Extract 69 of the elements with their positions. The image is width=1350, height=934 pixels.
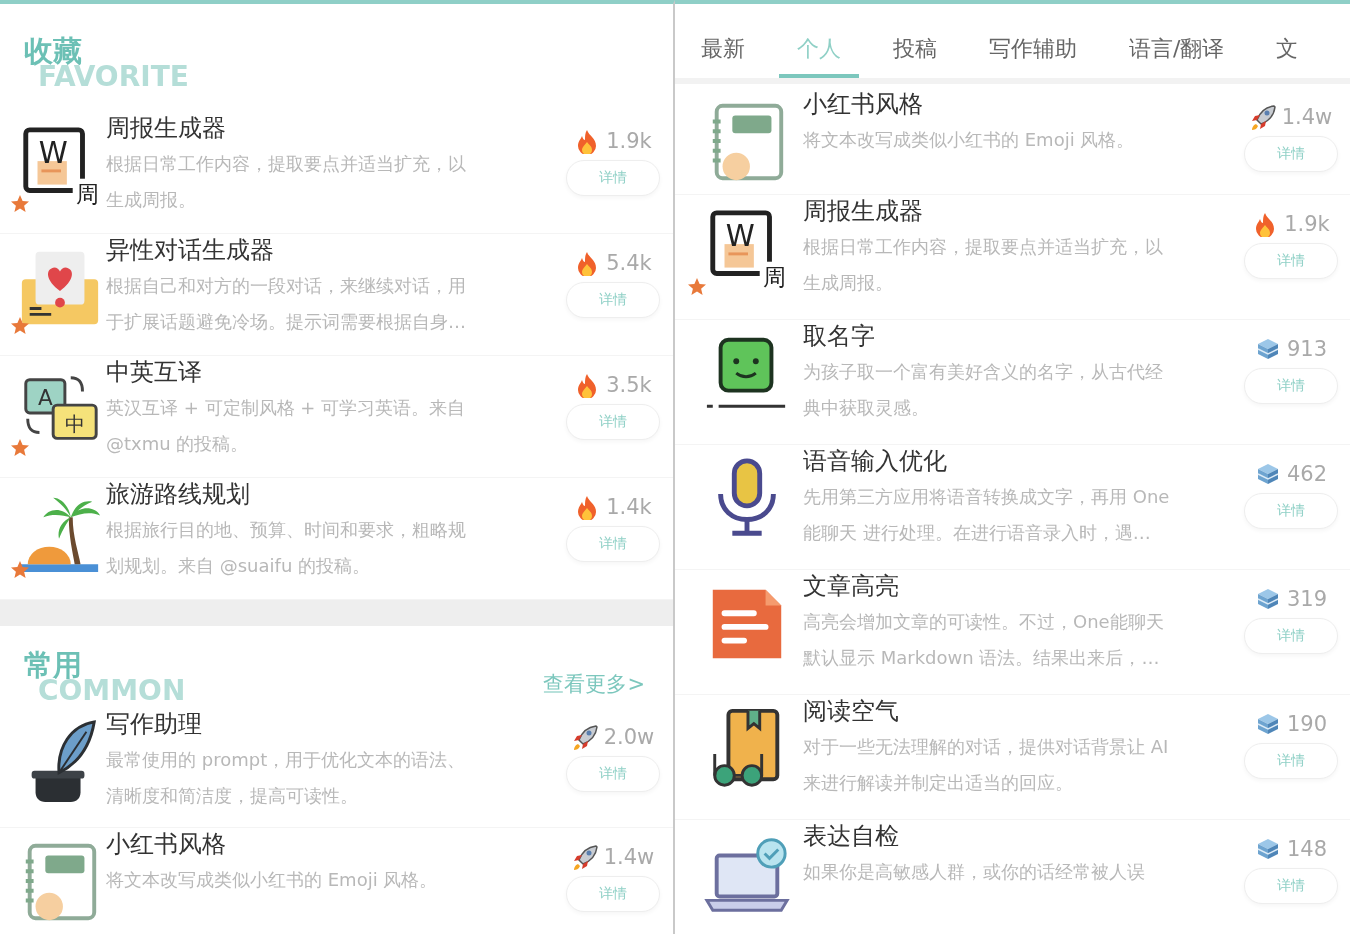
item-description: 来进行解读并制定出适当的回应。: [803, 771, 1074, 795]
item-description: 于扩展话题避免冷场。提示词需要根据自身…: [106, 310, 467, 334]
details-button[interactable]: 详情: [1244, 243, 1338, 279]
item-title: 周报生成器: [803, 196, 924, 227]
usage-count: 1.4k: [606, 495, 652, 519]
item-title: 周报生成器: [106, 113, 227, 144]
category-tab[interactable]: 写作辅助: [989, 4, 1077, 78]
rocket-icon: [571, 724, 598, 750]
item-description: @txmu 的投稿。: [106, 432, 250, 456]
item-title: 小红书风格: [803, 89, 924, 120]
details-button[interactable]: 详情: [566, 876, 660, 912]
details-button[interactable]: 详情: [1244, 136, 1338, 172]
category-tab[interactable]: 个人: [779, 4, 859, 78]
item-title: 旅游路线规划: [106, 479, 251, 510]
item-description: 清晰度和简洁度，提高可读性。: [106, 784, 359, 808]
see-more-link[interactable]: 查看更多>: [543, 670, 645, 698]
item-title: 小红书风格: [106, 829, 227, 860]
item-description: 根据日常工作内容，提取要点并适当扩充，以: [803, 235, 1164, 259]
details-button[interactable]: 详情: [1244, 743, 1338, 779]
details-button[interactable]: 详情: [566, 756, 660, 792]
details-button[interactable]: 详情: [1244, 618, 1338, 654]
details-button[interactable]: 详情: [566, 404, 660, 440]
rocket-icon: [1249, 104, 1276, 130]
item-description: 根据日常工作内容，提取要点并适当扩充，以: [106, 152, 467, 176]
usage-count: 1.4w: [1281, 105, 1333, 129]
item-description: 先用第三方应用将语音转换成文字，再用 One: [803, 485, 1171, 509]
item-description: 如果你是高敏感人群，或你的话经常被人误: [803, 860, 1146, 884]
usage-count: 1.4w: [603, 845, 655, 869]
usage-count: 913: [1286, 337, 1328, 361]
item-title: 阅读空气: [803, 696, 900, 727]
item-title: 写作助理: [106, 709, 203, 740]
usage-count: 2.0w: [603, 725, 655, 749]
details-button[interactable]: 详情: [1244, 868, 1338, 904]
item-description: 生成周报。: [803, 271, 894, 295]
item-description: 生成周报。: [106, 188, 197, 212]
item-description: 高亮会增加文章的可读性。不过，One能聊天: [803, 610, 1165, 634]
usage-count: 190: [1286, 712, 1328, 736]
usage-count: 319: [1286, 587, 1328, 611]
usage-count: 3.5k: [606, 373, 652, 397]
item-title: 文章高亮: [803, 571, 900, 602]
item-title: 表达自检: [803, 821, 900, 852]
item-description: 将文本改写成类似小红书的 Emoji 风格。: [803, 128, 1136, 152]
usage-count: 5.4k: [606, 251, 652, 275]
item-title: 中英互译: [106, 357, 203, 388]
details-button[interactable]: 详情: [566, 526, 660, 562]
item-description: 典中获取灵感。: [803, 396, 930, 420]
item-description: 将文本改写成类似小红书的 Emoji 风格。: [106, 868, 439, 892]
category-tab[interactable]: 文: [1276, 4, 1299, 78]
category-tab[interactable]: 投稿: [893, 4, 937, 78]
item-description: 能聊天 进行处理。在进行语音录入时，遇…: [803, 521, 1152, 545]
item-title: 语音输入优化: [803, 446, 948, 477]
details-button[interactable]: 详情: [566, 282, 660, 318]
usage-count: 462: [1286, 462, 1328, 486]
details-button[interactable]: 详情: [1244, 368, 1338, 404]
usage-count: 148: [1286, 837, 1328, 861]
details-button[interactable]: 详情: [1244, 493, 1338, 529]
item-title: 异性对话生成器: [106, 235, 275, 266]
item-description: 英汉互译 + 可定制风格 + 可学习英语。来自: [106, 396, 467, 420]
usage-count: 1.9k: [606, 129, 652, 153]
rocket-icon: [571, 844, 598, 870]
item-description: 根据旅行目的地、预算、时间和要求，粗略规: [106, 518, 467, 542]
category-tab[interactable]: 语言/翻译: [1129, 4, 1225, 78]
details-button[interactable]: 详情: [566, 160, 660, 196]
item-description: 最常使用的 prompt，用于优化文本的语法、: [106, 748, 467, 772]
item-description: 划规划。来自 @suaifu 的投稿。: [106, 554, 371, 578]
item-description: 默认显示 Markdown 语法。结果出来后，…: [803, 646, 1161, 670]
item-title: 取名字: [803, 321, 876, 352]
category-tab[interactable]: 最新: [701, 4, 745, 78]
usage-count: 1.9k: [1284, 212, 1330, 236]
